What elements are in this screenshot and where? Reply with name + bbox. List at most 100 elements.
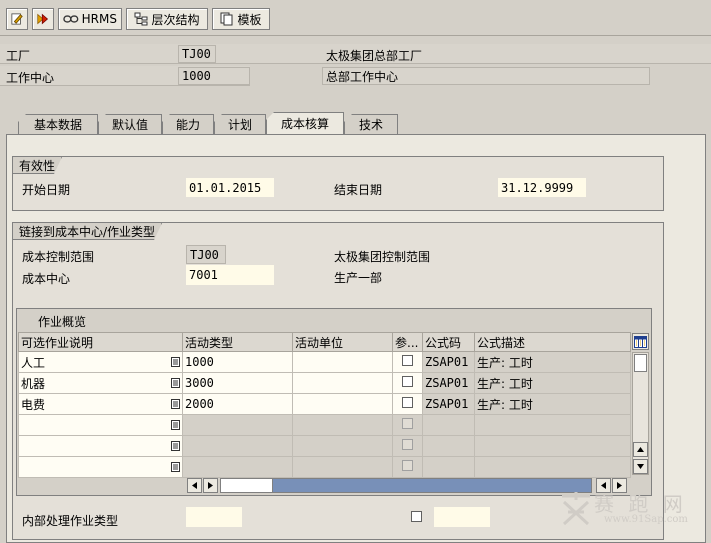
start-date-field[interactable]: 01.01.2015 [186,178,274,197]
value-help-icon[interactable] [171,378,180,388]
cost-center-link-title: 链接到成本中心/作业类型 [13,223,162,240]
reference-cell [392,414,423,436]
activity-unit-cell[interactable] [292,372,393,394]
scroll-up-button[interactable] [633,442,648,457]
reference-checkbox [402,439,413,450]
validity-title: 有效性 [13,157,62,174]
tab-capacity[interactable]: 能力 [162,114,214,134]
value-help-icon[interactable] [171,420,180,430]
value-help-icon[interactable] [171,357,180,367]
table-row: 人工 1000 ZSAP01 生产: 工时 [18,351,631,373]
link-chain-icon [63,15,79,23]
vertical-scroll-thumb[interactable] [634,354,647,372]
application-toolbar: HRMS 层次结构 模板 [0,0,711,36]
internal-activity-checkbox[interactable] [411,511,422,522]
activity-desc-cell[interactable]: 机器 [18,372,183,394]
arrow-down-icon [637,464,644,469]
tab-basic-data[interactable]: 基本数据 [18,114,98,134]
value-help-icon[interactable] [171,399,180,409]
reference-checkbox[interactable] [402,376,413,387]
cost-center-label: 成本中心 [22,272,71,286]
template-button[interactable]: 模板 [212,8,270,30]
other-object-button[interactable] [32,8,54,30]
hrms-button[interactable]: HRMS [58,8,122,30]
activity-desc-text: 人工 [21,355,46,370]
watermark-text: 赛 跑 网 [594,492,687,516]
activity-type-cell[interactable]: 2000 [182,393,293,415]
reference-checkbox[interactable] [402,355,413,366]
reference-checkbox[interactable] [402,397,413,408]
reference-cell [392,456,423,478]
reference-cell [392,435,423,457]
col-header-activity-type[interactable]: 活动类型 [182,332,293,352]
end-date-label: 结束日期 [334,183,383,197]
watermark-url: www.91Sap.com [604,514,688,525]
formula-key-cell: ZSAP01 [422,372,475,394]
plant-label: 工厂 [6,49,31,63]
activity-table: 可选作业说明 活动类型 活动单位 参... 公式码 公式描述 人工 1000 Z… [18,332,631,478]
reference-checkbox [402,418,413,429]
col-header-reference[interactable]: 参... [392,332,423,352]
col-header-formula-desc[interactable]: 公式描述 [474,332,631,352]
table-settings-button[interactable] [632,333,649,350]
cost-center-field[interactable]: 7001 [186,265,274,285]
activity-desc-text: 机器 [21,376,46,391]
arrow-up-icon [637,447,644,452]
tab-scheduling[interactable]: 计划 [214,114,266,134]
activity-desc-cell[interactable]: 人工 [18,351,183,373]
col-header-formula-key[interactable]: 公式码 [422,332,475,352]
activity-unit-cell[interactable] [292,351,393,373]
col-header-activity-desc[interactable]: 可选作业说明 [18,332,183,352]
hierarchy-button[interactable]: 层次结构 [126,8,208,30]
scroll-right-button[interactable] [203,478,218,493]
start-date-label: 开始日期 [22,183,71,197]
activity-desc-cell[interactable] [18,435,183,457]
internal-activity-field[interactable] [186,507,242,527]
activity-desc-cell[interactable]: 电费 [18,393,183,415]
col-header-activity-unit[interactable]: 活动单位 [292,332,393,352]
value-help-icon[interactable] [171,441,180,451]
end-date-field[interactable]: 31.12.9999 [498,178,586,197]
tab-technology[interactable]: 技术 [344,114,398,134]
controlling-area-label: 成本控制范围 [22,250,95,264]
column-settings-icon [634,335,647,348]
formula-key-cell: ZSAP01 [422,393,475,415]
reference-checkbox [402,460,413,471]
activity-type-cell [182,456,293,478]
activity-unit-cell [292,456,393,478]
activity-type-cell[interactable]: 3000 [182,372,293,394]
formula-desc-cell: 生产: 工时 [474,351,631,373]
activity-type-cell [182,414,293,436]
scroll-left-button[interactable] [187,478,202,493]
hrms-label: HRMS [81,12,117,26]
table-row [18,414,631,436]
arrow-right-icon [208,482,213,489]
reference-cell [392,372,423,394]
workcenter-field[interactable]: 1000 [178,67,250,85]
activity-desc-cell[interactable] [18,414,183,436]
horizontal-scrollbar[interactable] [220,478,592,493]
formula-desc-cell: 生产: 工时 [474,372,631,394]
internal-activity-extra-field[interactable] [434,507,490,527]
formula-key-cell [422,456,475,478]
formula-desc-cell [474,414,631,436]
tab-defaults[interactable]: 默认值 [98,114,162,134]
plant-description: 太极集团总部工厂 [326,49,423,63]
horizontal-scroll-thumb[interactable] [221,479,273,492]
value-help-icon[interactable] [171,462,180,472]
activity-unit-cell[interactable] [292,393,393,415]
activity-desc-text: 电费 [21,397,46,412]
formula-key-cell [422,414,475,436]
activity-desc-cell[interactable] [18,456,183,478]
plant-field[interactable]: TJ00 [178,45,216,63]
table-row [18,456,631,478]
formula-desc-cell [474,435,631,457]
reference-cell [392,351,423,373]
hierarchy-label: 层次结构 [151,12,200,27]
scroll-down-button[interactable] [633,459,648,474]
display-change-button[interactable] [6,8,28,30]
tab-costing[interactable]: 成本核算 [266,112,344,134]
table-header-row: 可选作业说明 活动类型 活动单位 参... 公式码 公式描述 [18,332,631,352]
activity-type-cell[interactable]: 1000 [182,351,293,373]
template-copy-icon [220,12,233,26]
